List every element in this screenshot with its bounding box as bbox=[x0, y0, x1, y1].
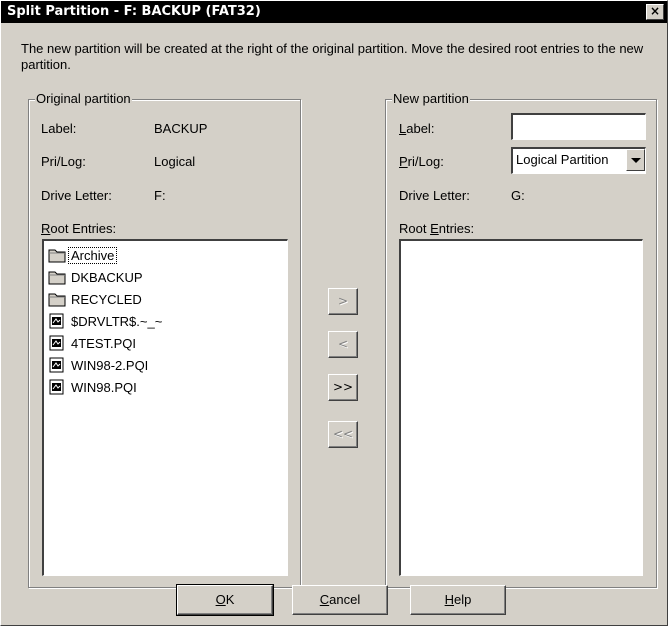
move-all-right-button[interactable]: >> bbox=[328, 374, 358, 401]
cancel-button[interactable]: Cancel bbox=[292, 585, 388, 615]
new-prilog-select[interactable]: Logical Partition bbox=[511, 147, 646, 174]
list-item[interactable]: WIN98-2.PQI bbox=[48, 355, 150, 375]
list-item[interactable]: Archive bbox=[48, 245, 118, 265]
original-partition-group-title: Original partition bbox=[35, 91, 132, 107]
new-label-caption: Label: bbox=[399, 121, 435, 136]
move-left-button[interactable]: < bbox=[328, 331, 358, 358]
list-item[interactable]: DKBACKUP bbox=[48, 267, 145, 287]
original-drive-caption: Drive Letter: bbox=[41, 188, 112, 203]
help-button[interactable]: Help bbox=[410, 585, 506, 615]
new-prilog-selected-value: Logical Partition bbox=[516, 152, 609, 167]
original-drive-value: F: bbox=[154, 188, 166, 203]
move-all-left-button[interactable]: << bbox=[328, 421, 358, 448]
move-right-button[interactable]: > bbox=[328, 288, 358, 315]
original-prilog-caption: Pri/Log: bbox=[41, 154, 86, 169]
new-prilog-caption: Pri/Log: bbox=[399, 154, 444, 169]
file-icon bbox=[49, 313, 64, 329]
file-icon bbox=[49, 357, 64, 373]
original-root-entries-caption: Root Entries: bbox=[41, 221, 117, 236]
folder-icon bbox=[48, 271, 66, 285]
file-icon bbox=[49, 335, 64, 351]
new-label-input[interactable] bbox=[511, 113, 646, 140]
list-item[interactable]: 4TEST.PQI bbox=[48, 333, 138, 353]
description-text: The new partition will be created at the… bbox=[21, 41, 644, 72]
list-item[interactable]: WIN98.PQI bbox=[48, 377, 139, 397]
original-root-entries-list[interactable]: Archive DKBACKUP RECYCLED $DRVLTR$.~_~ 4… bbox=[42, 239, 288, 576]
chevron-down-icon[interactable] bbox=[626, 149, 645, 171]
new-drive-value: G: bbox=[511, 188, 525, 203]
split-partition-dialog: Split Partition - F: BACKUP (FAT32) × Th… bbox=[0, 0, 668, 626]
list-item[interactable]: RECYCLED bbox=[48, 289, 144, 309]
close-icon: × bbox=[649, 4, 661, 18]
original-prilog-value: Logical bbox=[154, 154, 196, 169]
original-label-caption: Label: bbox=[41, 121, 77, 136]
new-root-entries-list[interactable] bbox=[399, 239, 643, 576]
new-root-entries-caption: Root Entries: bbox=[399, 221, 475, 236]
file-icon bbox=[49, 379, 64, 395]
new-drive-caption: Drive Letter: bbox=[399, 188, 470, 203]
ok-button[interactable]: OK bbox=[176, 584, 274, 616]
list-item[interactable]: $DRVLTR$.~_~ bbox=[48, 311, 164, 331]
original-label-value: BACKUP bbox=[154, 121, 208, 136]
new-partition-group-title: New partition bbox=[392, 91, 470, 107]
title-bar[interactable]: Split Partition - F: BACKUP (FAT32) × bbox=[1, 1, 667, 23]
window-title: Split Partition - F: BACKUP (FAT32) bbox=[7, 4, 261, 19]
folder-icon bbox=[48, 293, 66, 307]
close-button[interactable]: × bbox=[646, 4, 664, 20]
folder-icon bbox=[48, 249, 66, 263]
